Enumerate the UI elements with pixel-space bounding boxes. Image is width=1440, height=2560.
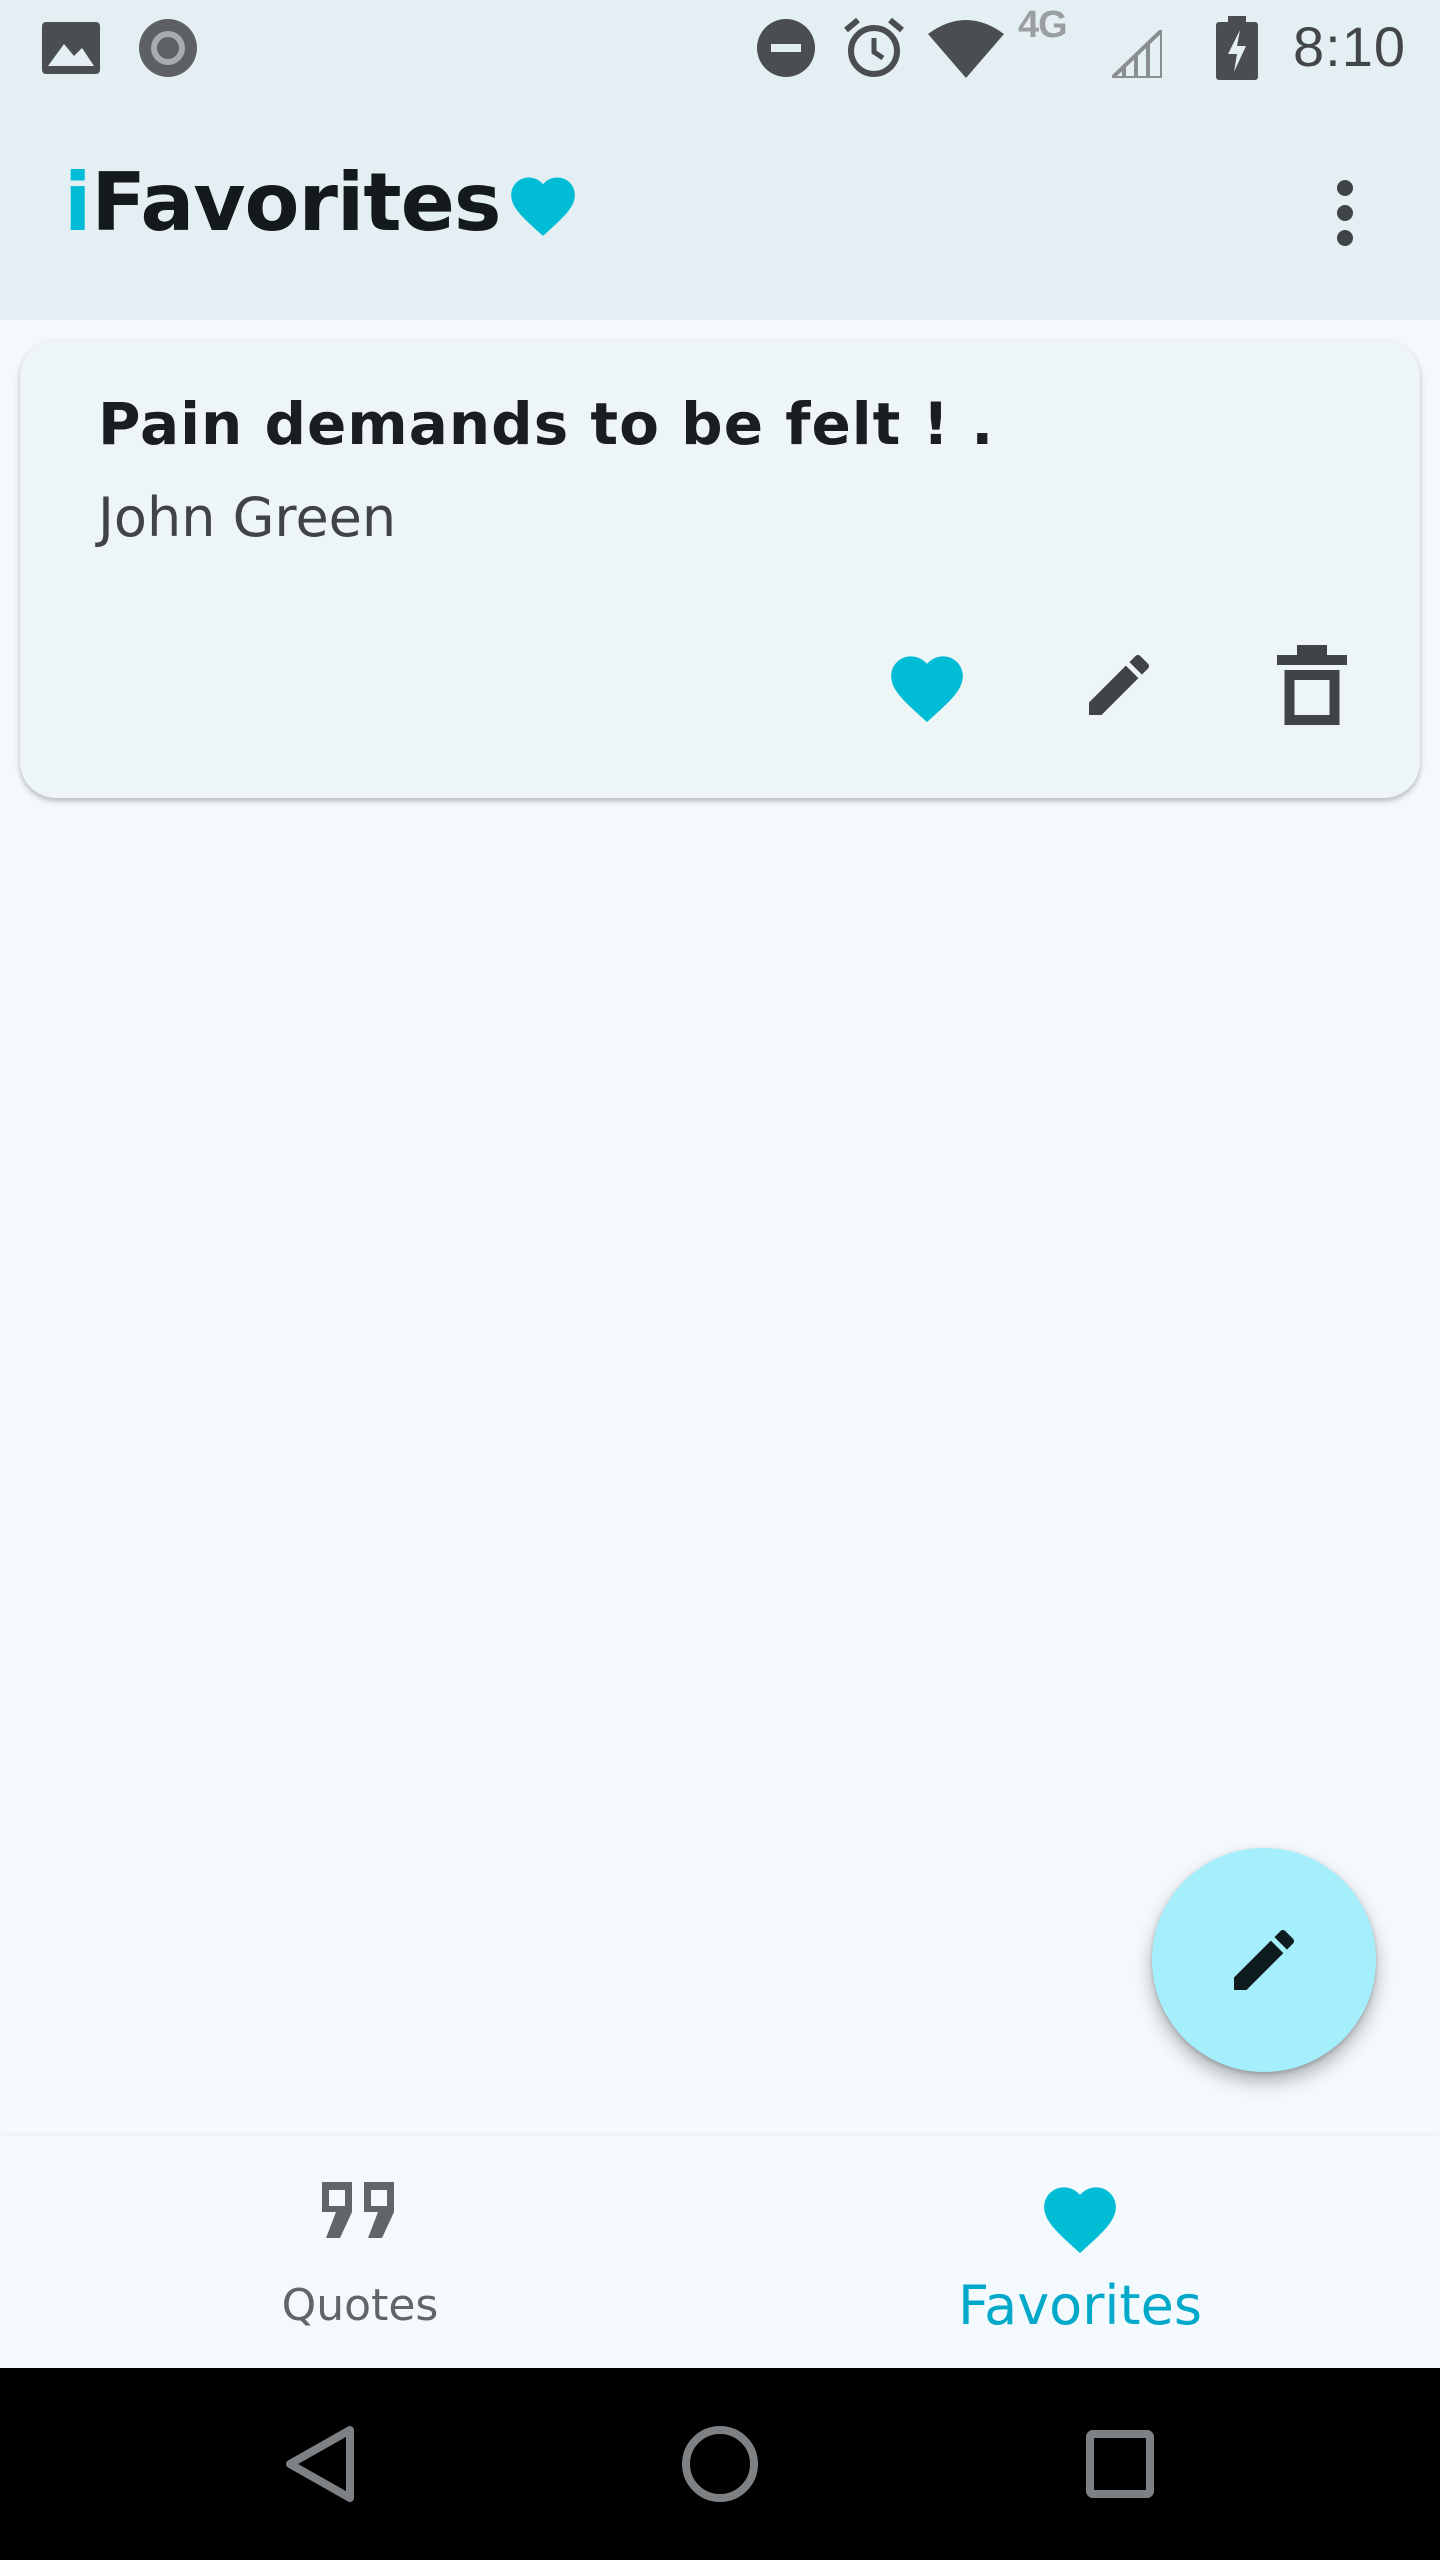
battery-charging-icon bbox=[1216, 16, 1258, 80]
edit-icon bbox=[1089, 654, 1150, 715]
delete-quote-button[interactable] bbox=[1247, 620, 1377, 750]
app-title: i Favorites bbox=[64, 158, 582, 248]
signal-icon bbox=[1112, 30, 1162, 78]
overflow-menu-button[interactable] bbox=[1290, 158, 1400, 268]
record-icon bbox=[139, 19, 197, 77]
wifi-icon bbox=[928, 20, 1004, 78]
edit-icon bbox=[1234, 1929, 1295, 1990]
delete-icon bbox=[1277, 645, 1347, 725]
lte-icon: 4G bbox=[1018, 4, 1068, 46]
app-title-text: Favorites bbox=[91, 156, 501, 249]
system-navigation-bar bbox=[0, 2368, 1440, 2560]
do-not-disturb-icon bbox=[757, 19, 815, 77]
unfavorite-button[interactable] bbox=[862, 620, 992, 750]
recents-button[interactable] bbox=[1070, 2414, 1170, 2514]
app-bar: i Favorites bbox=[0, 96, 1440, 320]
heart-icon bbox=[511, 177, 576, 236]
alarm-icon bbox=[844, 17, 904, 77]
recents-square-icon bbox=[1086, 2430, 1154, 2498]
format-quote-icon bbox=[322, 2182, 394, 2238]
more-vert-icon bbox=[1337, 180, 1353, 246]
favorite-quote-card[interactable]: Pain demands to be felt ! . John Green bbox=[20, 340, 1420, 798]
app-title-accent: i bbox=[64, 156, 92, 249]
quote-author: John Green bbox=[98, 486, 397, 549]
home-circle-icon bbox=[682, 2426, 758, 2502]
nav-label-quotes: Quotes bbox=[281, 2280, 439, 2331]
add-quote-fab[interactable] bbox=[1152, 1848, 1376, 2072]
favorite-icon bbox=[891, 656, 963, 723]
quote-text: Pain demands to be felt ! . bbox=[98, 390, 995, 458]
status-bar: 4G 8:10 bbox=[0, 0, 1440, 96]
back-triangle-icon bbox=[286, 2426, 354, 2502]
nav-label-favorites: Favorites bbox=[958, 2274, 1202, 2337]
image-icon bbox=[42, 22, 100, 74]
bottom-navigation: Quotes Favorites bbox=[0, 2136, 1440, 2368]
back-button[interactable] bbox=[270, 2414, 370, 2514]
home-button[interactable] bbox=[670, 2414, 770, 2514]
nav-item-quotes[interactable]: Quotes bbox=[0, 2136, 720, 2368]
edit-quote-button[interactable] bbox=[1054, 620, 1184, 750]
favorite-icon bbox=[1044, 2187, 1116, 2254]
status-time: 8:10 bbox=[1293, 15, 1406, 78]
nav-item-favorites[interactable]: Favorites bbox=[720, 2136, 1440, 2368]
